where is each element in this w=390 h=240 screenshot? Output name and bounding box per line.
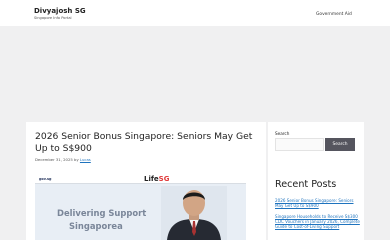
search-button[interactable]: Search <box>325 138 355 151</box>
featured-image[interactable]: gov.sg LifeSG Delivering Support Singapo… <box>35 173 246 240</box>
ad-space <box>0 26 390 118</box>
recent-post-link[interactable]: 2026 Senior Bonus Singapore: Seniors May… <box>275 198 361 208</box>
featured-image-topbar: gov.sg LifeSG <box>35 173 246 184</box>
site-title[interactable]: Divyajosh SG <box>34 7 86 15</box>
search-label: Search <box>275 131 290 136</box>
recent-posts-title: Recent Posts <box>275 179 337 190</box>
recent-post-link[interactable]: Singapore Households to Receive S$300 CD… <box>275 214 361 230</box>
post-meta: December 31, 2025 by Lucas <box>35 157 91 162</box>
featured-image-person <box>161 186 227 240</box>
site-description: Singapore Info Portal <box>34 16 72 20</box>
featured-image-headline-line2: Singaporea <box>69 221 123 231</box>
search-input[interactable] <box>275 138 324 151</box>
featured-image-logo: gov.sg <box>39 177 52 181</box>
featured-image-headline-line1: Delivering Support <box>57 208 147 218</box>
nav-item-government-aid[interactable]: Government Aid <box>316 12 352 17</box>
post-title[interactable]: 2026 Senior Bonus Singapore: Seniors May… <box>35 131 257 155</box>
sidebar-recent-posts: Recent Posts 2026 Senior Bonus Singapore… <box>268 172 364 240</box>
post-author-link[interactable]: Lucas <box>80 157 91 162</box>
post-date: December 31, 2025 <box>35 157 73 162</box>
site-header: Divyajosh SG Singapore Info Portal Gover… <box>0 0 390 26</box>
featured-image-lifesg-logo: LifeSG <box>144 175 170 183</box>
post-by: by <box>74 157 79 162</box>
post-content: 2026 Senior Bonus Singapore: Seniors May… <box>26 122 266 240</box>
